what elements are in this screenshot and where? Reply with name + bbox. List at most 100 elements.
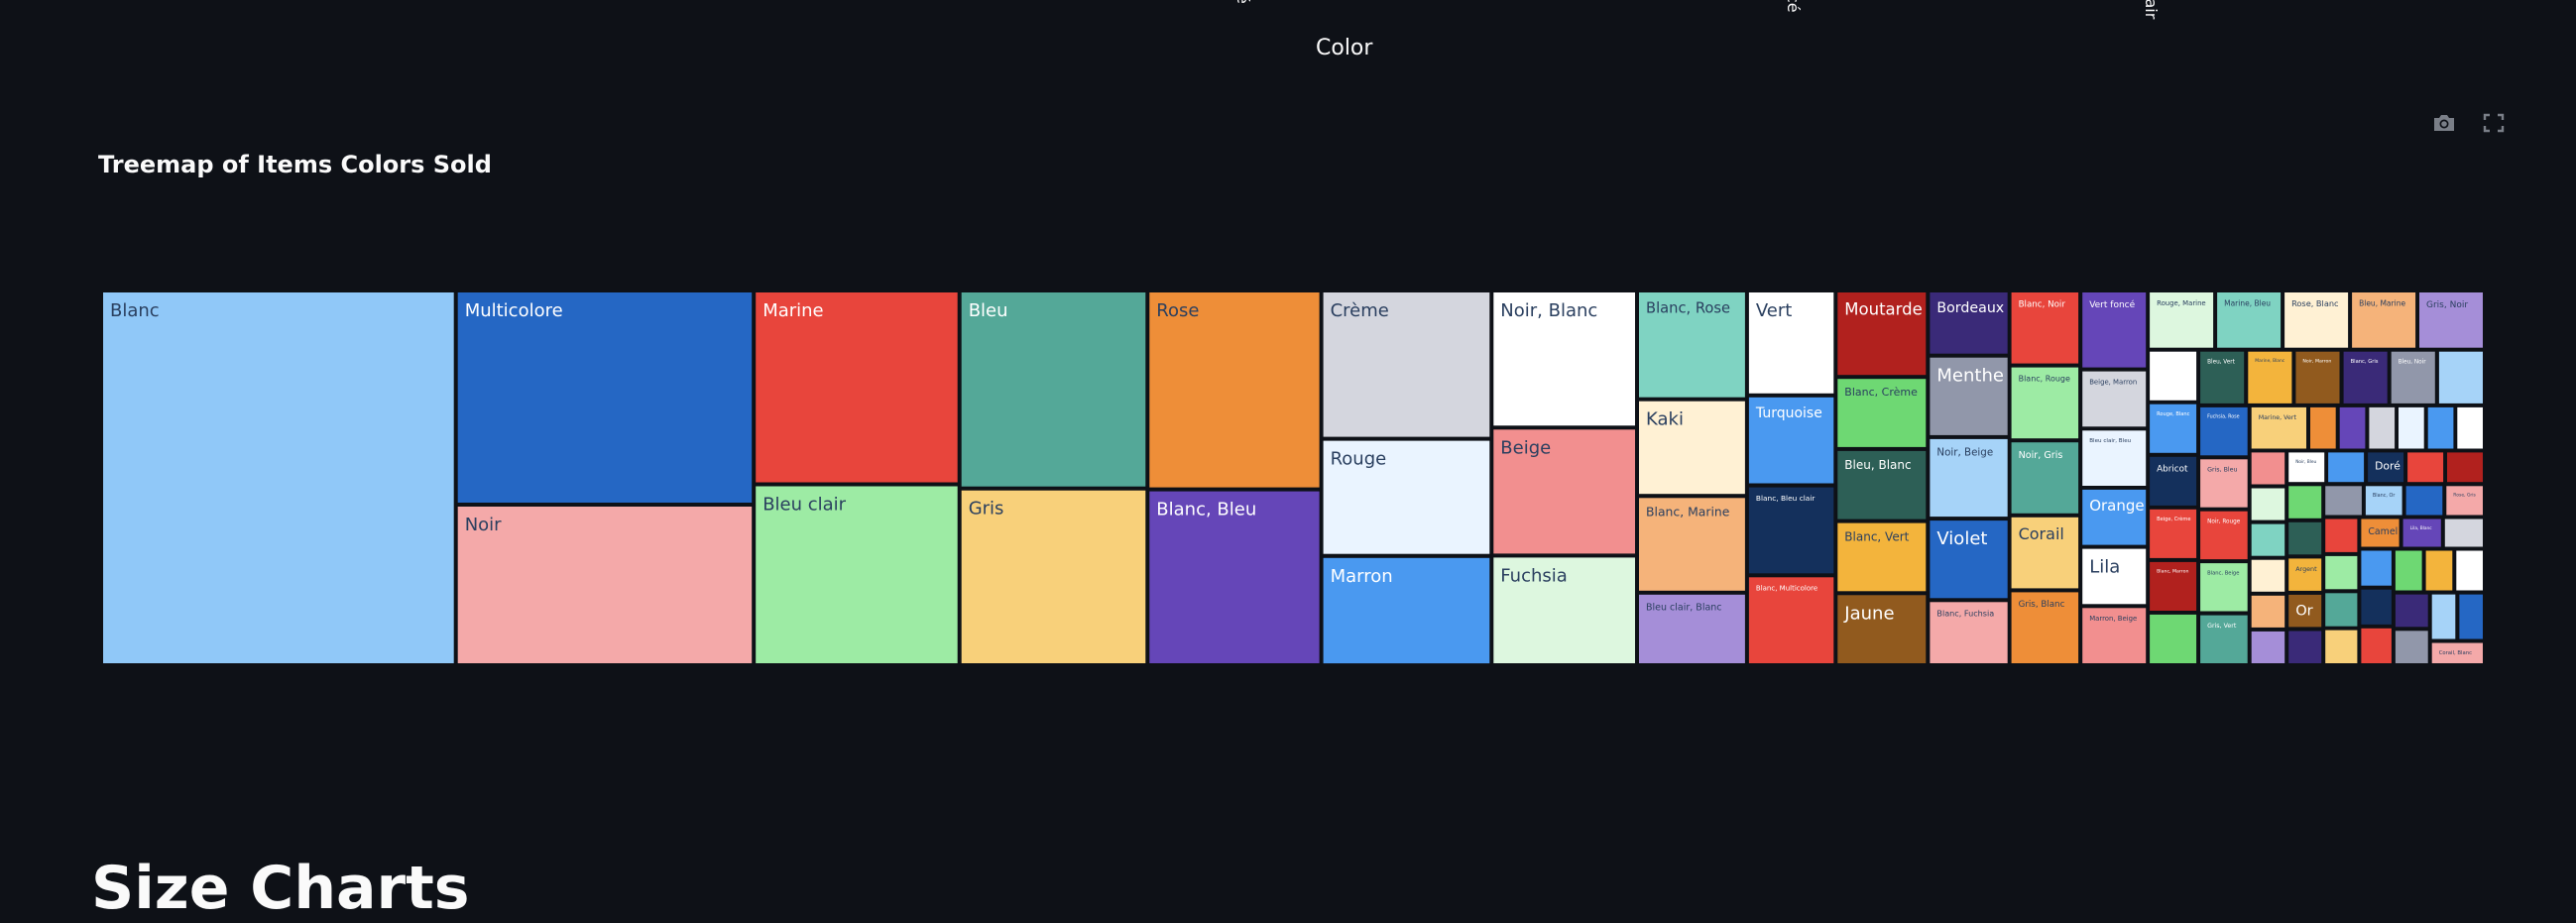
treemap-tile[interactable]: Marron, Beige xyxy=(2082,608,2147,663)
treemap-tile[interactable]: Noir, Rouge xyxy=(2200,511,2248,560)
treemap-tile[interactable]: Or xyxy=(2288,594,2322,628)
treemap-tile-rect[interactable] xyxy=(2310,406,2336,449)
treemap-tile[interactable]: Corail, Blanc xyxy=(2431,642,2483,664)
treemap-tile[interactable]: Noir xyxy=(457,507,753,663)
treemap-tile[interactable]: Blanc, Rouge xyxy=(2011,367,2079,439)
treemap-tile-rect[interactable] xyxy=(2288,452,2325,483)
treemap-tile-rect[interactable] xyxy=(2456,550,2483,591)
treemap-tile-rect[interactable] xyxy=(2427,406,2454,449)
treemap-tile-rect[interactable] xyxy=(2251,406,2306,449)
treemap-tile[interactable]: Blanc, Gris xyxy=(2343,351,2388,404)
treemap-tile[interactable]: Blanc, Marine xyxy=(1639,498,1745,591)
treemap-tile[interactable]: Camel xyxy=(2361,519,2400,547)
treemap-tile-rect[interactable] xyxy=(2395,631,2428,663)
treemap-tile[interactable] xyxy=(2251,559,2285,592)
treemap-tile[interactable]: Noir, Bleu xyxy=(2288,452,2325,483)
treemap-tile-rect[interactable] xyxy=(2365,486,2402,516)
treemap-tile[interactable] xyxy=(2325,555,2358,590)
treemap-tile[interactable]: Turquoise xyxy=(1748,397,1834,484)
treemap-tile[interactable] xyxy=(2369,406,2396,449)
treemap-tile[interactable]: Marine, Bleu xyxy=(2217,292,2282,348)
treemap-tile[interactable]: Fuchsia xyxy=(1493,557,1635,663)
treemap-tile[interactable] xyxy=(2425,550,2453,591)
treemap-tile-rect[interactable] xyxy=(2288,631,2322,664)
treemap-tile-rect[interactable] xyxy=(2395,594,2428,628)
treemap-tile[interactable]: Bleu, Noir xyxy=(2391,351,2435,404)
treemap-tile-rect[interactable] xyxy=(2288,486,2322,519)
treemap-tile[interactable] xyxy=(2361,628,2392,663)
treemap-tile-rect[interactable] xyxy=(2402,519,2441,547)
treemap-tile[interactable] xyxy=(2251,452,2285,485)
treemap-tile[interactable]: Bleu, Marine xyxy=(2352,292,2416,348)
treemap-tile[interactable]: Rouge xyxy=(1323,440,1490,554)
treemap-tile-rect[interactable] xyxy=(2251,523,2285,556)
treemap-tile[interactable]: Gris, Noir xyxy=(2419,292,2483,348)
treemap-tile[interactable]: Beige xyxy=(1493,429,1635,554)
treemap-tile[interactable]: Crème xyxy=(1323,292,1490,437)
treemap-tile[interactable]: Violet xyxy=(1930,520,2008,599)
treemap-tile[interactable]: Bordeaux xyxy=(1930,292,2008,354)
treemap-tile[interactable] xyxy=(2288,486,2322,519)
treemap-tile[interactable] xyxy=(2251,523,2285,556)
treemap-tile-rect[interactable] xyxy=(2431,594,2456,639)
treemap-tile[interactable]: Blanc, Rose xyxy=(1639,292,1745,398)
treemap-tile[interactable]: Marine, Vert xyxy=(2251,406,2306,449)
treemap-tile[interactable] xyxy=(2431,594,2456,639)
treemap-tile-rect[interactable] xyxy=(961,292,1146,487)
treemap-tile-rect[interactable] xyxy=(457,507,753,663)
treemap-tile-rect[interactable] xyxy=(2251,559,2285,592)
treemap-tile[interactable] xyxy=(2150,351,2197,401)
treemap-tile-rect[interactable] xyxy=(457,292,753,503)
treemap-tile[interactable]: Vert xyxy=(1748,292,1834,394)
treemap-tile[interactable]: Marine xyxy=(756,292,958,483)
treemap-tile[interactable]: Kaki xyxy=(1639,401,1745,495)
treemap-tile-rect[interactable] xyxy=(2395,550,2422,591)
treemap-tile[interactable]: Bleu, Blanc xyxy=(1837,450,1927,519)
treemap-tile[interactable]: Beige, Marron xyxy=(2082,371,2147,427)
treemap-tile-rect[interactable] xyxy=(2361,628,2392,663)
treemap-tile[interactable]: Blanc, Vert xyxy=(1837,522,1927,592)
treemap-tile[interactable]: Beige, Crème xyxy=(2150,509,2197,558)
treemap-tile[interactable]: Bleu clair, Blanc xyxy=(1639,594,1745,663)
treemap-tile-rect[interactable] xyxy=(2251,452,2285,485)
treemap-tile[interactable]: Multicolore xyxy=(457,292,753,503)
treemap-tile[interactable]: Noir, Blanc xyxy=(1493,292,1635,426)
treemap-tile[interactable] xyxy=(2361,550,2392,586)
treemap-tile[interactable]: Doré xyxy=(2368,452,2404,483)
treemap-tile[interactable] xyxy=(2310,406,2336,449)
treemap-tile-rect[interactable] xyxy=(2425,550,2453,591)
treemap-tile[interactable] xyxy=(2405,486,2443,516)
treemap-tile-rect[interactable] xyxy=(2438,351,2483,404)
treemap-tile[interactable] xyxy=(2456,550,2483,591)
treemap-tile-rect[interactable] xyxy=(2361,589,2392,625)
treemap-tile[interactable]: Jaune xyxy=(1837,595,1927,663)
treemap-tile-rect[interactable] xyxy=(2447,452,2483,483)
treemap-tile-rect[interactable] xyxy=(2325,519,2358,552)
treemap-tile[interactable]: Menthe xyxy=(1930,357,2008,435)
treemap-tile[interactable] xyxy=(2444,519,2483,547)
treemap-tile[interactable]: Noir, Beige xyxy=(1930,438,2008,518)
treemap-tile[interactable]: Fuchsia, Rose xyxy=(2200,406,2248,456)
treemap-tile-rect[interactable] xyxy=(2361,550,2392,586)
treemap-tile-rect[interactable] xyxy=(2339,406,2366,449)
treemap-tile[interactable]: Gris, Bleu xyxy=(2200,459,2248,508)
treemap-tile[interactable] xyxy=(2457,406,2483,449)
treemap-tile[interactable]: Corail xyxy=(2011,517,2079,589)
treemap-tile[interactable] xyxy=(2361,589,2392,625)
treemap-tile[interactable]: Rose, Gris xyxy=(2446,486,2483,516)
treemap-tile[interactable]: Rouge, Blanc xyxy=(2150,404,2197,453)
treemap-tile[interactable] xyxy=(2325,630,2358,663)
treemap-tile[interactable]: Blanc, Beige xyxy=(2200,563,2248,612)
treemap-tile[interactable] xyxy=(2395,594,2428,628)
treemap-tile-rect[interactable] xyxy=(2457,406,2483,449)
treemap-tile[interactable] xyxy=(2407,452,2444,483)
treemap-tile-rect[interactable] xyxy=(2446,486,2483,516)
treemap-tile[interactable]: Rose, Blanc xyxy=(2284,292,2349,348)
treemap-tile[interactable]: Noir, Marron xyxy=(2295,351,2340,404)
treemap-tile[interactable]: Gris, Blanc xyxy=(2011,592,2079,663)
treemap-tile-rect[interactable] xyxy=(2251,488,2285,520)
treemap-tile[interactable] xyxy=(2427,406,2454,449)
treemap-tile[interactable] xyxy=(2438,351,2483,404)
treemap-tile[interactable]: Marron xyxy=(1323,557,1490,664)
treemap-tile[interactable]: Gris xyxy=(961,490,1146,663)
